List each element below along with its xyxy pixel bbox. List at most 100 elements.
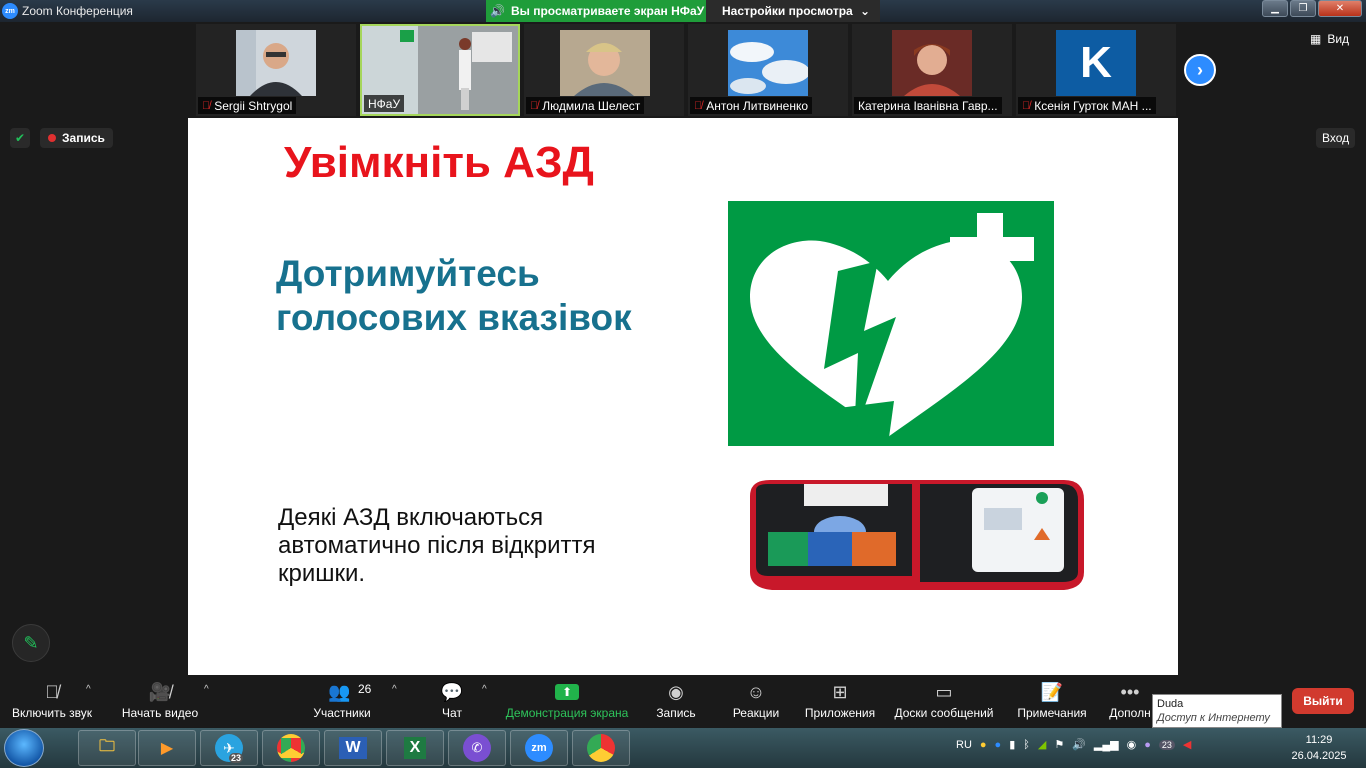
notes-button[interactable]: 📝 Примечания: [1014, 676, 1090, 726]
viber-taskbar-icon[interactable]: ✆: [448, 730, 506, 766]
zoom-logo-icon: zm: [2, 3, 18, 19]
participants-label: Участники: [313, 706, 371, 720]
action-center-flag-icon[interactable]: ⚑: [1054, 738, 1064, 751]
participant-tile[interactable]: Катерина Іванівна Гавр...: [852, 24, 1012, 116]
start-video-label: Начать видео: [121, 706, 199, 720]
camera-off-icon: 🎥̸: [148, 682, 172, 702]
participant-name: Катерина Іванівна Гавр...: [858, 98, 998, 113]
smiley-icon: ☺: [746, 682, 766, 702]
shield-icon[interactable]: ✔: [10, 128, 30, 148]
apps-label: Приложения: [804, 706, 876, 720]
speaker-icon: 🔊: [490, 4, 505, 18]
recording-label: Запись: [62, 131, 105, 145]
annotate-pencil-button[interactable]: ✎: [12, 624, 50, 662]
nvidia-icon[interactable]: ◢: [1038, 738, 1046, 751]
grid-icon: ▦: [1310, 32, 1322, 46]
unmute-button[interactable]: 🎙̸ Включить звук: [6, 676, 98, 726]
participant-tile[interactable]: 🎙̸ Людмила Шелест: [524, 24, 684, 116]
more-button[interactable]: ••• Дополн: [1108, 676, 1152, 726]
participant-tile[interactable]: K 🎙̸ Ксенія Гурток МАН ...: [1016, 24, 1176, 116]
recording-status[interactable]: Запись: [40, 128, 113, 148]
participant-strip: 🎙̸ Sergii Shtrygol НФаУ 🎙̸ Людмила Шелес…: [196, 24, 1176, 116]
participant-video-thumb: [892, 30, 972, 96]
viber-tray-icon[interactable]: ●: [1144, 739, 1151, 751]
leave-button[interactable]: Выйти: [1292, 688, 1354, 714]
mic-muted-icon: 🎙̸: [694, 99, 703, 112]
audio-options-caret[interactable]: ^: [86, 684, 91, 695]
pencil-icon: ✎: [23, 632, 39, 653]
clock-date: 26.04.2025: [1291, 750, 1347, 762]
participant-name: НФаУ: [368, 96, 401, 111]
share-screen-button[interactable]: ⬆ Демонстрация экрана: [504, 676, 630, 726]
view-settings-dropdown[interactable]: Настройки просмотра ⌄: [706, 0, 880, 22]
view-button[interactable]: ▦ Вид: [1310, 32, 1349, 46]
language-indicator[interactable]: RU: [956, 739, 972, 751]
video-options-caret[interactable]: ^: [204, 684, 209, 695]
minimize-button[interactable]: ▁: [1262, 0, 1288, 17]
telegram-tray-badge[interactable]: 23: [1158, 739, 1175, 750]
participant-video-thumb: [236, 30, 316, 96]
start-video-button[interactable]: 🎥̸ Начать видео: [120, 676, 200, 726]
participant-tile-active-speaker[interactable]: НФаУ: [360, 24, 520, 116]
slide-subtitle: Дотримуйтесь голосових вказівок: [276, 253, 632, 338]
record-tray-icon[interactable]: ◉: [1127, 738, 1137, 751]
clock-time: 11:29: [1305, 734, 1333, 746]
restore-button[interactable]: ❐: [1290, 0, 1316, 17]
tooltip-name: Duda: [1157, 698, 1184, 710]
participant-name-bar: 🎙̸ Sergii Shtrygol: [198, 97, 297, 114]
chrome-taskbar-icon[interactable]: [262, 730, 320, 766]
record-icon: ◉: [668, 682, 684, 702]
speaker-muted-icon[interactable]: ◀: [1183, 738, 1191, 751]
participants-count: 26: [358, 682, 372, 696]
participant-name-bar: 🎙̸ Ксенія Гурток МАН ...: [1018, 97, 1156, 114]
login-button[interactable]: Вход: [1316, 128, 1356, 148]
telegram-taskbar-icon[interactable]: ✈ 23: [200, 730, 258, 766]
word-taskbar-icon[interactable]: W: [324, 730, 382, 766]
share-arrow-icon: ⬆: [555, 684, 579, 700]
share-screen-label: Демонстрация экрана: [505, 706, 629, 720]
share-banner: 🔊 Вы просматриваете экран НФаУ: [486, 0, 706, 22]
volume-icon[interactable]: 🔊: [1072, 738, 1086, 751]
apps-button[interactable]: ⊞ Приложения: [802, 676, 878, 726]
windows-taskbar: 🗀 ▶ ✈ 23 W X ✆ zm RU ● ● ▮ ᛒ ◢ ⚑ 🔊 ▂▄▆ ◉…: [0, 728, 1366, 768]
participant-name-bar: 🎙̸ Антон Литвиненко: [690, 97, 813, 114]
participant-tile[interactable]: 🎙̸ Антон Литвиненко: [688, 24, 848, 116]
participant-video-thumb: [728, 30, 808, 96]
chat-bubble-icon: 💬: [440, 682, 464, 702]
aed-kit-image: [750, 480, 1084, 590]
network-signal-icon[interactable]: ▂▄▆: [1094, 738, 1119, 751]
system-tray: RU ● ● ▮ ᛒ ◢ ⚑ 🔊 ▂▄▆ ◉ ● 23 ◀: [956, 738, 1191, 752]
participants-options-caret[interactable]: ^: [392, 684, 397, 695]
record-button[interactable]: ◉ Запись: [650, 676, 702, 726]
close-button[interactable]: ✕: [1318, 0, 1362, 17]
zoom-tray-icon[interactable]: ●: [995, 739, 1002, 751]
chat-button[interactable]: 💬 Чат: [432, 676, 472, 726]
excel-taskbar-icon[interactable]: X: [386, 730, 444, 766]
participants-button[interactable]: 👥 26 Участники: [304, 676, 380, 726]
bluetooth-icon[interactable]: ᛒ: [1023, 739, 1030, 751]
next-participants-button[interactable]: ›: [1184, 54, 1216, 86]
media-player-taskbar-icon[interactable]: ▶: [138, 730, 196, 766]
participant-name: Ксенія Гурток МАН ...: [1034, 98, 1152, 113]
window-title: Zoom Конференция: [22, 4, 133, 18]
taskbar-clock[interactable]: 11:29 26.04.2025: [1284, 732, 1354, 764]
participant-name-bar: НФаУ: [364, 95, 405, 112]
reactions-button[interactable]: ☺ Реакции: [728, 676, 784, 726]
notes-icon: 📝: [1040, 682, 1064, 702]
apps-icon: ⊞: [832, 682, 848, 702]
windows-start-button[interactable]: [4, 729, 44, 767]
unmute-label: Включить звук: [11, 706, 93, 720]
battery-icon[interactable]: ▮: [1009, 738, 1015, 751]
participant-tile[interactable]: 🎙̸ Sergii Shtrygol: [196, 24, 356, 116]
whiteboards-label: Доски сообщений: [894, 706, 994, 720]
mic-muted-icon: 🎙̸: [1022, 99, 1031, 112]
chat-options-caret[interactable]: ^: [482, 684, 487, 695]
explorer-taskbar-icon[interactable]: 🗀: [78, 730, 136, 766]
participant-name: Антон Литвиненко: [706, 98, 809, 113]
chrome-profile-taskbar-icon[interactable]: [572, 730, 630, 766]
zoom-taskbar-icon[interactable]: zm: [510, 730, 568, 766]
whiteboards-button[interactable]: ▭ Доски сообщений: [892, 676, 996, 726]
chat-label: Чат: [442, 706, 462, 720]
chrome-tray-icon[interactable]: ●: [980, 739, 987, 751]
mic-muted-icon: 🎙̸: [202, 99, 211, 112]
